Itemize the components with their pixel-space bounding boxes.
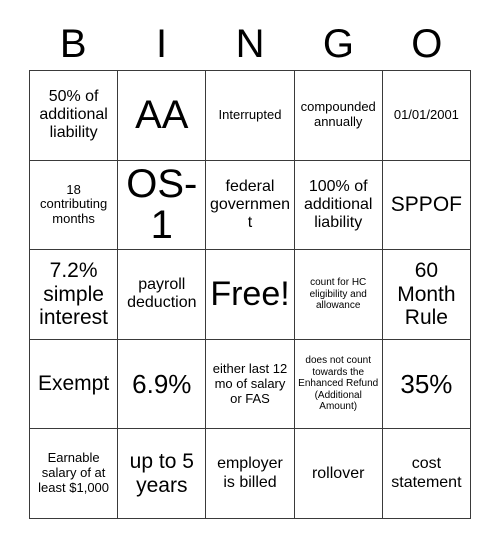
bingo-cell-r5c4[interactable]: rollover <box>294 429 383 519</box>
bingo-cell-label: employer is billed <box>217 455 283 491</box>
bingo-cell-label: up to 5 years <box>129 450 194 497</box>
bingo-cell-label: compounded annually <box>300 99 376 130</box>
bingo-cell-r2c3[interactable]: federal government <box>206 160 295 251</box>
bingo-cell-r1c4[interactable]: compounded annually <box>294 71 383 161</box>
bingo-cell-r5c1[interactable]: Earnable salary of at least $1,000 <box>30 429 119 519</box>
bingo-header-letter-o: O <box>411 22 443 66</box>
bingo-header-letter-b: B <box>59 22 87 66</box>
bingo-cell-r4c2[interactable]: 6.9% <box>118 339 207 430</box>
bingo-cell-label: rollover <box>311 464 365 482</box>
bingo-cell-r1c1[interactable]: 50% of additional liability <box>30 71 119 161</box>
bingo-cell-r3c5[interactable]: 60 Month Rule <box>382 250 471 340</box>
bingo-grid: 50% of additional liability AA Interrupt… <box>29 70 471 519</box>
bingo-cell-label: 01/01/2001 <box>393 106 459 122</box>
bingo-cell-r3c1[interactable]: 7.2% simple interest <box>30 250 119 340</box>
bingo-cell-r4c3[interactable]: either last 12 mo of salary or FAS <box>206 339 295 430</box>
bingo-cell-label: Exempt <box>37 372 110 396</box>
bingo-cell-r2c5[interactable]: SPPOF <box>382 160 471 251</box>
bingo-cell-r4c4[interactable]: does not count towards the Enhanced Refu… <box>294 339 383 430</box>
bingo-cell-r2c4[interactable]: 100% of additional liability <box>294 160 383 251</box>
bingo-cell-r4c1[interactable]: Exempt <box>30 339 119 430</box>
bingo-cell-label: 60 Month Rule <box>397 259 456 330</box>
bingo-header: B I N G O <box>29 18 471 70</box>
bingo-cell-label: cost statement <box>391 455 462 491</box>
bingo-cell-label: 18 contributing months <box>39 181 108 227</box>
bingo-cell-label: Interrupted <box>218 106 282 122</box>
bingo-cell-label: 50% of additional liability <box>39 87 108 142</box>
bingo-cell-r1c3[interactable]: Interrupted <box>206 71 295 161</box>
bingo-header-letter-i: I <box>156 22 168 66</box>
bingo-cell-label: 7.2% simple interest <box>39 259 109 330</box>
bingo-cell-label: count for HC eligibility and allowance <box>309 277 367 312</box>
bingo-cell-label: SPPOF <box>390 193 462 217</box>
bingo-cell-r5c2[interactable]: up to 5 years <box>118 429 207 519</box>
bingo-cell-r2c1[interactable]: 18 contributing months <box>30 160 119 251</box>
bingo-cell-label: OS-1 <box>126 162 198 247</box>
bingo-header-letter-g: G <box>322 22 354 66</box>
bingo-cell-r5c3[interactable]: employer is billed <box>206 429 295 519</box>
bingo-cell-label: Earnable salary of at least $1,000 <box>38 450 110 496</box>
bingo-cell-label: 6.9% <box>132 368 192 399</box>
bingo-cell-r5c5[interactable]: cost statement <box>382 429 471 519</box>
bingo-cell-r3c4[interactable]: count for HC eligibility and allowance <box>294 250 383 340</box>
bingo-cell-label: 35% <box>400 368 453 399</box>
bingo-cell-free-space[interactable]: Free! <box>206 250 295 340</box>
bingo-cell-label: payroll deduction <box>127 276 197 312</box>
bingo-cell-r1c2[interactable]: AA <box>118 71 207 161</box>
bingo-cell-r1c5[interactable]: 01/01/2001 <box>382 71 471 161</box>
bingo-cell-r3c2[interactable]: payroll deduction <box>118 250 207 340</box>
bingo-header-letter-n: N <box>235 22 265 66</box>
bingo-cell-label: AA <box>135 92 189 137</box>
bingo-cell-label: does not count towards the Enhanced Refu… <box>298 355 379 413</box>
bingo-card: B I N G O 50% of additional liability AA… <box>0 0 500 544</box>
bingo-cell-r2c2[interactable]: OS-1 <box>118 160 207 251</box>
bingo-cell-label: federal government <box>209 177 291 231</box>
bingo-cell-label: Free! <box>210 275 290 314</box>
bingo-cell-label: 100% of additional liability <box>303 177 373 231</box>
bingo-cell-label: either last 12 mo of salary or FAS <box>212 360 288 406</box>
bingo-cell-r4c5[interactable]: 35% <box>382 339 471 430</box>
